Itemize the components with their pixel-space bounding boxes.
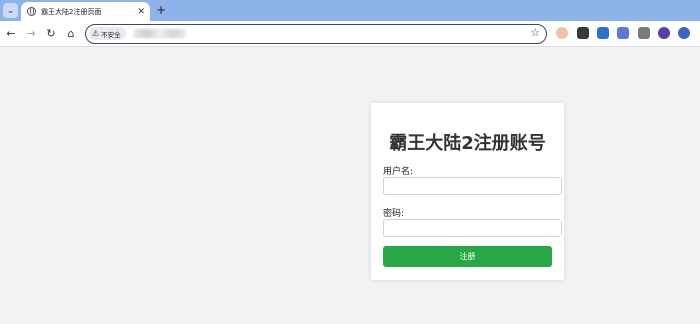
warning-icon: ⚠ [92,29,100,38]
reload-icon[interactable]: ↻ [44,26,58,42]
password-label: 密码: [383,209,405,219]
store-ext-icon[interactable] [577,27,589,39]
translate-ext-icon[interactable] [617,27,629,39]
url-text [134,29,186,38]
username-label: 用户名: [383,167,414,177]
tab-title: 霸王大陆2注册页面 [41,7,102,16]
register-button[interactable]: 注册 [383,246,552,267]
download-ext-icon[interactable] [597,27,609,39]
new-tab-button[interactable]: + [156,3,166,17]
close-icon[interactable]: ✕ [137,7,145,17]
home-icon[interactable]: ⌂ [64,26,78,42]
security-label: 不安全 [101,30,121,39]
bookmark-star-icon[interactable]: ☆ [530,26,540,39]
username-input[interactable] [383,177,562,195]
tab-strip: ⌄ 霸王大陆2注册页面 ✕ + [0,0,700,21]
chevron-down-icon: ⌄ [6,5,15,16]
security-chip[interactable]: ⚠ 不安全 [89,27,126,40]
chrome-ext-icon[interactable] [678,27,690,39]
page-title: 霸王大陆2注册账号 [389,133,546,154]
shield-ext-icon[interactable] [556,27,568,39]
profile-ext-icon[interactable] [658,27,670,39]
tab-search-button[interactable]: ⌄ [3,3,18,18]
forward-icon[interactable]: → [24,26,38,42]
back-icon[interactable]: ← [4,26,18,42]
password-input[interactable] [383,219,562,237]
browser-tab[interactable]: 霸王大陆2注册页面 ✕ [21,2,150,21]
address-bar[interactable]: ⚠ 不安全 ☆ [85,24,547,44]
browser-toolbar: ← → ↻ ⌂ ⚠ 不安全 ☆ [0,21,700,47]
puzzle-ext-icon[interactable] [638,27,650,39]
globe-icon [27,7,36,16]
register-card: 霸王大陆2注册账号 用户名: 密码: 注册 [371,103,564,280]
